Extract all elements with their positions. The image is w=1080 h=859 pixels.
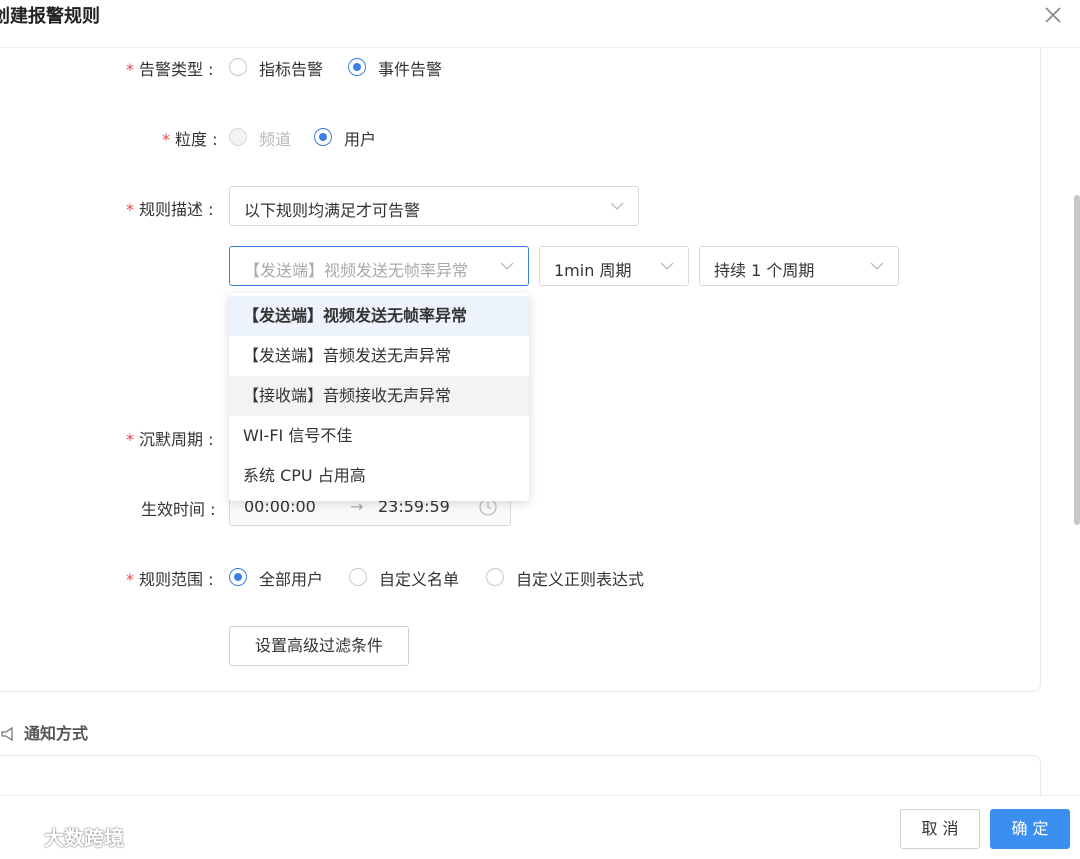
duration-select[interactable]: 持续 1 个周期 xyxy=(699,246,899,286)
dropdown-option[interactable]: 【发送端】视频发送无帧率异常 xyxy=(229,296,529,336)
chevron-down-icon xyxy=(660,262,674,270)
radio-all-users-label[interactable]: 全部用户 xyxy=(259,566,323,590)
event-select[interactable]: 【发送端】视频发送无帧率异常 xyxy=(229,246,529,286)
close-icon[interactable] xyxy=(1042,4,1064,26)
silence-period-label: * 沉默周期 : xyxy=(126,430,214,449)
dropdown-option[interactable]: 【发送端】音频发送无声异常 xyxy=(229,336,529,376)
dialog-title: 创建报警规则 xyxy=(0,6,100,27)
radio-user-label[interactable]: 用户 xyxy=(344,126,376,150)
notify-title-text: 通知方式 xyxy=(24,724,89,743)
radio-custom-regex[interactable] xyxy=(486,568,504,586)
period-select[interactable]: 1min 周期 xyxy=(539,246,689,286)
radio-all-users[interactable] xyxy=(229,568,247,586)
radio-custom-list-label[interactable]: 自定义名单 xyxy=(379,566,459,590)
chevron-down-icon xyxy=(870,262,884,270)
alert-type-label: * 告警类型 : xyxy=(126,60,214,79)
radio-metric-alert-label[interactable]: 指标告警 xyxy=(259,56,323,80)
rule-scope-label: * 规则范围 : xyxy=(126,570,214,589)
rule-desc-label: * 规则描述 : xyxy=(126,200,214,219)
event-select-value: 【发送端】视频发送无帧率异常 xyxy=(244,261,469,280)
radio-user[interactable] xyxy=(314,128,332,146)
chevron-down-icon xyxy=(610,202,624,210)
dropdown-option[interactable]: 系统 CPU 占用高 xyxy=(229,456,529,496)
megaphone-icon xyxy=(1,726,13,742)
create-alert-rule-dialog: 创建报警规则 * 告警类型 : 指标告警 事件告警 * 粒度 : 频道 用户 * 规则… xyxy=(0,0,1080,859)
dropdown-option[interactable]: 【接收端】音频接收无声异常 xyxy=(229,376,529,416)
radio-event-alert[interactable] xyxy=(348,58,366,76)
condition-select[interactable]: 以下规则均满足才可告警 xyxy=(229,186,639,226)
period-select-value: 1min 周期 xyxy=(554,261,632,280)
confirm-button[interactable]: 确 定 xyxy=(990,809,1070,849)
radio-metric-alert[interactable] xyxy=(229,58,247,76)
radio-channel-label: 频道 xyxy=(259,130,292,149)
watermark-text: 大数跨境 xyxy=(44,826,124,850)
event-dropdown-menu: 【发送端】视频发送无帧率异常 【发送端】音频发送无声异常 【接收端】音频接收无声… xyxy=(229,293,529,501)
dialog-footer: 取 消 确 定 xyxy=(0,795,1080,859)
condition-select-value: 以下规则均满足才可告警 xyxy=(244,201,421,220)
dialog-header: 创建报警规则 xyxy=(0,0,1080,48)
effective-time-label: 生效时间 : xyxy=(141,500,216,519)
granularity-label: * 粒度 : xyxy=(162,130,218,149)
watermark-logo-icon xyxy=(9,828,43,845)
radio-custom-list[interactable] xyxy=(349,568,367,586)
notify-section-title: 通知方式 xyxy=(0,720,88,744)
chevron-down-icon xyxy=(500,262,514,270)
dropdown-option[interactable]: WI-FI 信号不佳 xyxy=(229,416,529,456)
radio-custom-regex-label[interactable]: 自定义正则表达式 xyxy=(516,566,644,590)
duration-select-value: 持续 1 个周期 xyxy=(714,261,815,280)
cancel-button[interactable]: 取 消 xyxy=(900,809,980,849)
watermark: 大数跨境 xyxy=(8,822,124,851)
radio-event-alert-label[interactable]: 事件告警 xyxy=(378,56,442,80)
radio-channel xyxy=(229,128,247,146)
advanced-filter-button[interactable]: 设置高级过滤条件 xyxy=(229,626,409,666)
scrollbar[interactable] xyxy=(1074,195,1080,525)
